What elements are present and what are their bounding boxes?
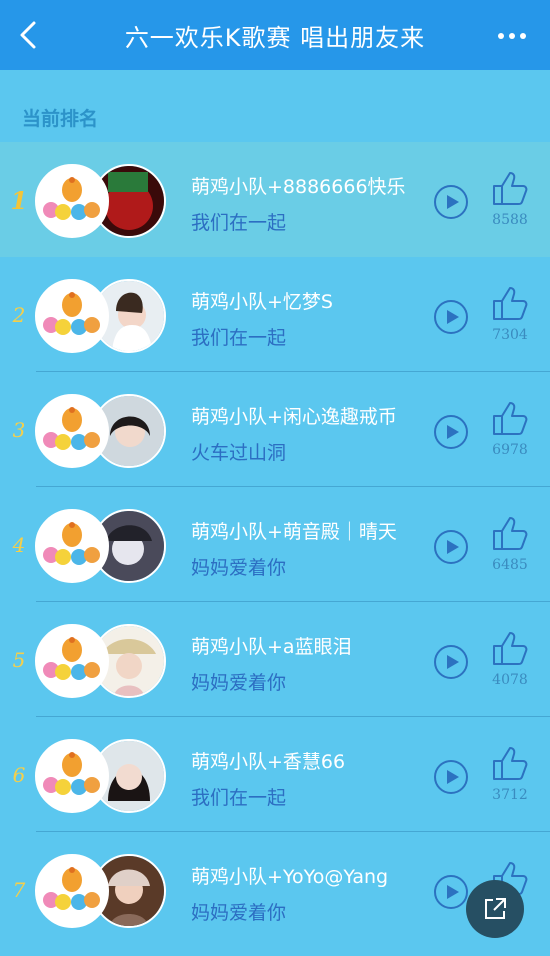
like-count: 3712 [492,787,528,803]
share-external-icon [485,898,506,919]
team-avatar [35,854,109,928]
team-avatar [35,279,109,353]
share-button[interactable] [466,880,524,938]
ranking-row[interactable]: 4 萌鸡小队+萌音殿｜晴天 妈妈爱着你 6485 [0,487,550,602]
song-title: 妈妈爱着你 [191,902,287,924]
team-avatar [35,624,109,698]
team-avatar [35,509,109,583]
play-icon[interactable] [433,644,469,680]
ranking-row[interactable]: 1 萌鸡小队+8886666快乐 我们在一起 8588 [0,142,550,257]
play-icon[interactable] [433,184,469,220]
song-title: 妈妈爱着你 [191,557,287,579]
ranking-row[interactable]: 7 萌鸡小队+YoYo@Yang 妈妈爱着你 [0,832,550,947]
entry-name: 萌鸡小队+萌音殿｜晴天 [191,521,397,543]
rank-number: 4 [12,533,26,557]
entry-name: 萌鸡小队+8886666快乐 [191,176,406,198]
rank-number: 6 [12,763,26,787]
play-icon[interactable] [433,299,469,335]
thumbs-up-icon[interactable] [490,515,530,551]
thumbs-up-icon[interactable] [490,630,530,666]
entry-name: 萌鸡小队+YoYo@Yang [191,866,389,888]
entry-name: 萌鸡小队+香慧66 [191,751,346,773]
thumbs-up-icon[interactable] [490,170,530,206]
play-icon[interactable] [433,874,469,910]
like-count: 7304 [492,327,528,343]
like-count: 4078 [492,672,528,688]
ranking-list: 1 萌鸡小队+8886666快乐 我们在一起 8588 2 萌鸡小队+忆梦S 我… [0,142,550,947]
song-title: 我们在一起 [191,327,287,349]
team-avatar [35,164,109,238]
more-options-icon[interactable] [496,22,528,46]
thumbs-up-icon[interactable] [490,400,530,436]
song-title: 妈妈爱着你 [191,672,287,694]
entry-name: 萌鸡小队+a蓝眼泪 [191,636,352,658]
ranking-row[interactable]: 6 萌鸡小队+香慧66 我们在一起 3712 [0,717,550,832]
like-count: 6978 [492,442,528,458]
play-icon[interactable] [433,759,469,795]
like-count: 6485 [492,557,528,573]
entry-name: 萌鸡小队+忆梦S [191,291,333,313]
thumbs-up-icon[interactable] [490,285,530,321]
team-avatar [35,394,109,468]
rank-number: 5 [12,648,26,672]
page-title: 六一欢乐K歌赛 唱出朋友来 [124,24,426,52]
rank-number: 7 [12,878,26,902]
ranking-row[interactable]: 3 萌鸡小队+闲心逸趣戒币 火车过山洞 6978 [0,372,550,487]
header-bar: 六一欢乐K歌赛 唱出朋友来 [0,0,550,70]
rank-number: 2 [12,303,26,327]
ranking-row[interactable]: 5 萌鸡小队+a蓝眼泪 妈妈爱着你 4078 [0,602,550,717]
thumbs-up-icon[interactable] [490,745,530,781]
rank-number: 3 [12,418,26,442]
song-title: 我们在一起 [191,787,287,809]
play-icon[interactable] [433,529,469,565]
like-count: 8588 [492,212,528,228]
song-title: 我们在一起 [191,212,287,234]
team-avatar [35,739,109,813]
entry-name: 萌鸡小队+闲心逸趣戒币 [191,406,397,428]
rank-number: 1 [10,186,28,215]
play-icon[interactable] [433,414,469,450]
song-title: 火车过山洞 [191,442,287,464]
ranking-row[interactable]: 2 萌鸡小队+忆梦S 我们在一起 7304 [0,257,550,372]
section-label-current-ranking: 当前排名 [22,108,99,130]
